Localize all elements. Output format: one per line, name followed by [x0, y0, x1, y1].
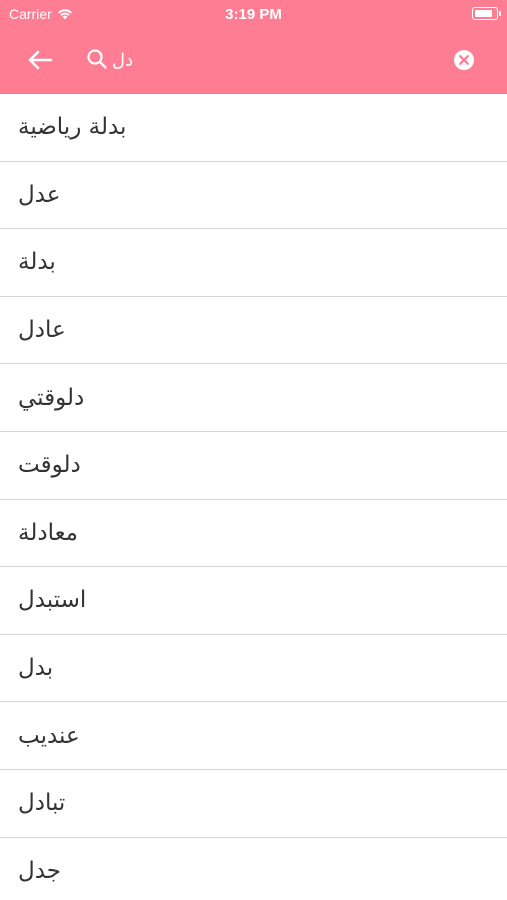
list-item[interactable]: معادلة — [0, 500, 507, 568]
result-text: معادلة — [18, 519, 79, 546]
result-text: تبادل — [18, 790, 66, 817]
result-text: بدلة — [18, 249, 56, 276]
list-item[interactable]: بدل — [0, 635, 507, 703]
back-button[interactable] — [24, 46, 56, 74]
result-text: بدل — [18, 655, 54, 682]
battery-icon — [472, 7, 501, 20]
result-text: استبدل — [18, 587, 87, 614]
status-time: 3:19 PM — [225, 6, 282, 23]
list-item[interactable]: جدل — [0, 838, 507, 900]
result-text: دلوقت — [18, 452, 81, 479]
status-bar: Carrier 3:19 PM — [0, 0, 507, 28]
clear-search-button[interactable] — [453, 49, 475, 71]
result-text: عدل — [18, 181, 61, 208]
result-text: عادل — [18, 317, 66, 344]
search-header: Carrier 3:19 PM — [0, 0, 507, 94]
list-item[interactable]: عادل — [0, 297, 507, 365]
arrow-left-icon — [28, 50, 53, 70]
result-text: دلوقتي — [18, 384, 85, 411]
results-list: بدلة رياضية عدل بدلة عادل دلوقتي دلوقت م… — [0, 94, 507, 900]
result-text: عنديب — [18, 722, 80, 749]
list-item[interactable]: دلوقت — [0, 432, 507, 500]
list-item[interactable]: بدلة — [0, 229, 507, 297]
list-item[interactable]: دلوقتي — [0, 364, 507, 432]
list-item[interactable]: بدلة رياضية — [0, 94, 507, 162]
result-text: جدل — [18, 857, 62, 884]
search-icon — [87, 49, 107, 69]
search-input[interactable] — [112, 45, 412, 75]
list-item[interactable]: استبدل — [0, 567, 507, 635]
list-item[interactable]: عدل — [0, 162, 507, 230]
result-text: بدلة رياضية — [18, 114, 127, 141]
battery-fill — [475, 10, 492, 17]
list-item[interactable]: تبادل — [0, 770, 507, 838]
list-item[interactable]: عنديب — [0, 702, 507, 770]
